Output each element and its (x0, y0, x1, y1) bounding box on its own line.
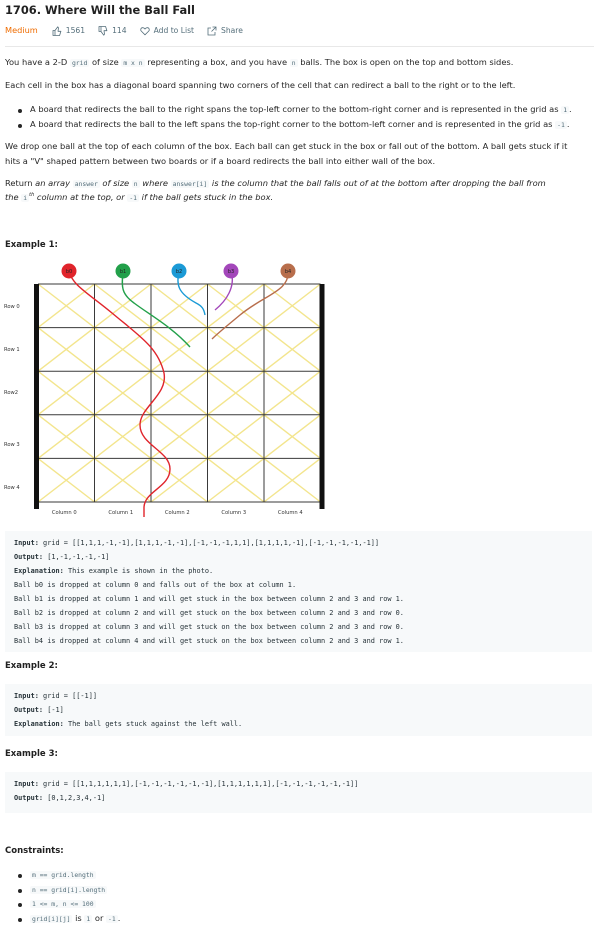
header-divider (5, 46, 594, 47)
right-wall (319, 284, 325, 509)
share-icon (207, 26, 217, 36)
difficulty-badge: Medium (5, 25, 38, 36)
example-1-heading: Example 1: (5, 240, 58, 250)
list-item: 1 <= m, n <= 100 (18, 898, 120, 910)
board-rules-list: A board that redirects the ball to the r… (18, 104, 572, 130)
likes-count: 1561 (65, 25, 86, 35)
thumbs-up-icon (52, 26, 62, 36)
heart-icon (139, 27, 150, 36)
column-label: Column 3 (221, 510, 246, 516)
ball-label: b2 (176, 269, 182, 275)
row-label: Row 1 (4, 347, 20, 353)
list-item: A board that redirects the ball to the l… (18, 119, 572, 131)
constraints-heading: Constraints: (5, 846, 64, 856)
example-2-code-block: Input: grid = [[-1]] Output: [-1] Explanat… (5, 684, 592, 736)
list-item: grid[i][j] is 1 or -1. (18, 913, 120, 925)
ball-fall-diagram: b0 b1 b2 b3 b4 Row 0 Row 1 Row2 Row 3 Row 4 Colu… (4, 263, 325, 517)
description-paragraph-2: Each cell in the box has a diagonal boar… (5, 80, 516, 90)
ball-path-b1 (121, 270, 191, 348)
column-label: Column 2 (165, 510, 190, 516)
column-label: Column 0 (52, 510, 77, 516)
dislike-button[interactable]: 114 (98, 26, 127, 37)
constraints-list: m == grid.length n == grid[i].length 1 <… (18, 869, 120, 924)
row-label: Row 4 (4, 485, 20, 491)
ball-path-b4 (211, 270, 289, 340)
list-item: m == grid.length (18, 869, 120, 881)
ball-label: b1 (120, 269, 126, 275)
add-to-list-button[interactable]: Add to List (139, 25, 195, 37)
ball-label: b3 (228, 269, 234, 275)
column-label: Column 4 (278, 510, 304, 516)
ball-label: b4 (285, 269, 291, 275)
example-1-code-block: Input: grid = [[1,1,1,-1,-1],[1,1,1,-1,-… (5, 531, 592, 652)
list-item: A board that redirects the ball to the r… (18, 104, 572, 116)
ball-label: b0 (66, 269, 72, 275)
list-item: n == grid[i].length (18, 884, 120, 896)
example-3-code-block: Input: grid = [[1,1,1,1,1,1],[-1,-1,-1,-… (5, 772, 592, 813)
description-paragraph-4: Return an array answer of size n where a… (5, 178, 546, 202)
description-paragraph-1: You have a 2-D grid of size m x n repres… (5, 57, 514, 67)
dislikes-count: 114 (112, 25, 127, 35)
example-2-heading: Example 2: (5, 661, 58, 671)
row-label: Row 3 (4, 442, 20, 448)
left-wall (34, 284, 39, 509)
example-3-heading: Example 3: (5, 749, 58, 759)
problem-meta-bar: Medium 1561 114 Add to List Share (5, 24, 256, 38)
problem-title: 1706. Where Will the Ball Fall (5, 3, 195, 17)
column-label: Column 1 (108, 510, 133, 516)
row-label: Row2 (4, 390, 18, 396)
thumbs-down-icon (98, 26, 108, 36)
description-paragraph-3: We drop one ball at the top of each colu… (5, 141, 568, 166)
add-to-list-label: Add to List (153, 25, 195, 35)
share-label: Share (221, 25, 243, 35)
row-label: Row 0 (4, 304, 20, 310)
like-button[interactable]: 1561 (52, 26, 85, 37)
share-button[interactable]: Share (207, 26, 243, 37)
